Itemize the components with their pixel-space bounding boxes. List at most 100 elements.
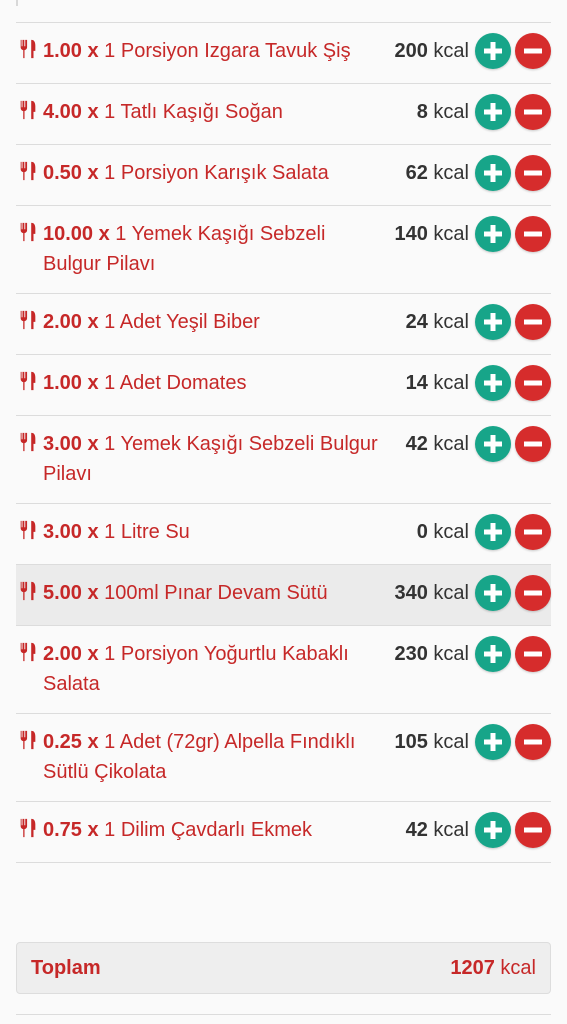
- kcal-value: 14: [405, 372, 428, 394]
- kcal-value: 140: [394, 223, 428, 245]
- meal-item-text: 3.00 x 1 Yemek Kaşığı Sebzeli Bulgur Pil…: [43, 429, 406, 489]
- meal-quantity: 0.50 x: [43, 162, 99, 184]
- kcal-unit: kcal: [433, 643, 469, 665]
- meal-quantity: 10.00 x: [43, 223, 110, 245]
- kcal-unit: kcal: [433, 731, 469, 753]
- increase-button[interactable]: [475, 365, 511, 401]
- decrease-button[interactable]: [515, 724, 551, 760]
- decrease-button[interactable]: [515, 426, 551, 462]
- kcal-value: 230: [394, 643, 428, 665]
- plus-circle-icon: [484, 821, 502, 839]
- kcal-unit: kcal: [433, 582, 469, 604]
- kcal-value: 42: [405, 819, 428, 841]
- meal-kcal: 0 kcal: [417, 517, 469, 547]
- minus-circle-icon: [524, 380, 542, 386]
- utensils-icon: [19, 310, 36, 330]
- kcal-unit: kcal: [433, 223, 469, 245]
- minus-circle-icon: [524, 651, 542, 657]
- kcal-value: 105: [394, 731, 428, 753]
- kcal-value: 62: [405, 162, 428, 184]
- utensils-icon: [19, 222, 36, 242]
- minus-circle-icon: [524, 231, 542, 237]
- meal-kcal: 24 kcal: [406, 307, 469, 337]
- plus-circle-icon: [484, 435, 502, 453]
- meal-quantity: 1.00 x: [43, 40, 99, 62]
- kcal-unit: kcal: [433, 40, 469, 62]
- minus-circle-icon: [524, 827, 542, 833]
- meal-quantity: 0.25 x: [43, 731, 99, 753]
- utensils-icon: [19, 642, 36, 662]
- meal-description: 100ml Pınar Devam Sütü: [104, 582, 328, 604]
- meal-kcal: 42 kcal: [406, 429, 469, 459]
- meal-kcal: 340 kcal: [394, 578, 469, 608]
- total-kcal-value: 1207: [450, 956, 495, 979]
- meal-quantity: 3.00 x: [43, 433, 99, 455]
- meal-kcal: 140 kcal: [394, 219, 469, 249]
- meal-item-row: 0.50 x 1 Porsiyon Karışık Salata 62 kcal: [16, 145, 551, 206]
- meal-item-row: 4.00 x 1 Tatlı Kaşığı Soğan 8 kcal: [16, 84, 551, 145]
- meal-quantity: 5.00 x: [43, 582, 99, 604]
- kcal-unit: kcal: [433, 162, 469, 184]
- total-summary: Toplam 1207 kcal: [16, 942, 551, 994]
- decrease-button[interactable]: [515, 514, 551, 550]
- minus-circle-icon: [524, 590, 542, 596]
- kcal-unit: kcal: [433, 101, 469, 123]
- minus-circle-icon: [524, 739, 542, 745]
- increase-button[interactable]: [475, 636, 511, 672]
- kcal-value: 0: [416, 521, 428, 543]
- meal-item-row: 0.25 x 1 Adet (72gr) Alpella Fındıklı Sü…: [16, 714, 551, 802]
- meal-quantity: 4.00 x: [43, 101, 99, 123]
- meal-item-text: 0.50 x 1 Porsiyon Karışık Salata: [43, 158, 406, 188]
- meal-item-text: 1.00 x 1 Adet Domates: [43, 368, 406, 398]
- increase-button[interactable]: [475, 426, 511, 462]
- decrease-button[interactable]: [515, 812, 551, 848]
- decrease-button[interactable]: [515, 94, 551, 130]
- total-label: Toplam: [31, 956, 101, 979]
- kcal-unit: kcal: [433, 819, 469, 841]
- decrease-button[interactable]: [515, 304, 551, 340]
- decrease-button[interactable]: [515, 216, 551, 252]
- utensils-icon: [19, 520, 36, 540]
- increase-button[interactable]: [475, 514, 511, 550]
- decrease-button[interactable]: [515, 575, 551, 611]
- increase-button[interactable]: [475, 216, 511, 252]
- plus-circle-icon: [484, 313, 502, 331]
- meal-kcal: 8 kcal: [417, 97, 469, 127]
- plus-circle-icon: [484, 164, 502, 182]
- decrease-button[interactable]: [515, 365, 551, 401]
- minus-circle-icon: [524, 529, 542, 535]
- meal-item-text: 4.00 x 1 Tatlı Kaşığı Soğan: [43, 97, 417, 127]
- plus-circle-icon: [484, 374, 502, 392]
- kcal-value: 42: [405, 433, 428, 455]
- decrease-button[interactable]: [515, 33, 551, 69]
- meal-description: 1 Dilim Çavdarlı Ekmek: [104, 819, 312, 841]
- kcal-value: 200: [394, 40, 428, 62]
- increase-button[interactable]: [475, 575, 511, 611]
- increase-button[interactable]: [475, 155, 511, 191]
- increase-button[interactable]: [475, 812, 511, 848]
- meal-item-row: 0.75 x 1 Dilim Çavdarlı Ekmek 42 kcal: [16, 802, 551, 863]
- minus-circle-icon: [524, 441, 542, 447]
- utensils-icon: [19, 818, 36, 838]
- increase-button[interactable]: [475, 33, 511, 69]
- utensils-icon: [19, 730, 36, 750]
- kcal-unit: kcal: [433, 372, 469, 394]
- decrease-button[interactable]: [515, 155, 551, 191]
- total-kcal: 1207 kcal: [450, 957, 536, 980]
- increase-button[interactable]: [475, 724, 511, 760]
- meal-description: 1 Porsiyon Karışık Salata: [104, 162, 329, 184]
- kcal-value: 8: [416, 101, 428, 123]
- increase-button[interactable]: [475, 304, 511, 340]
- meal-kcal: 62 kcal: [406, 158, 469, 188]
- decrease-button[interactable]: [515, 636, 551, 672]
- minus-circle-icon: [524, 319, 542, 325]
- minus-circle-icon: [524, 48, 542, 54]
- increase-button[interactable]: [475, 94, 511, 130]
- meal-item-row-selected: 5.00 x 100ml Pınar Devam Sütü 340 kcal: [16, 565, 551, 626]
- kcal-unit: kcal: [433, 311, 469, 333]
- plus-circle-icon: [484, 523, 502, 541]
- meal-item-text: 10.00 x 1 Yemek Kaşığı Sebzeli Bulgur Pi…: [43, 219, 394, 279]
- meal-description: 1 Porsiyon Izgara Tavuk Şiş: [104, 40, 351, 62]
- meal-kcal: 14 kcal: [406, 368, 469, 398]
- kcal-unit: kcal: [433, 433, 469, 455]
